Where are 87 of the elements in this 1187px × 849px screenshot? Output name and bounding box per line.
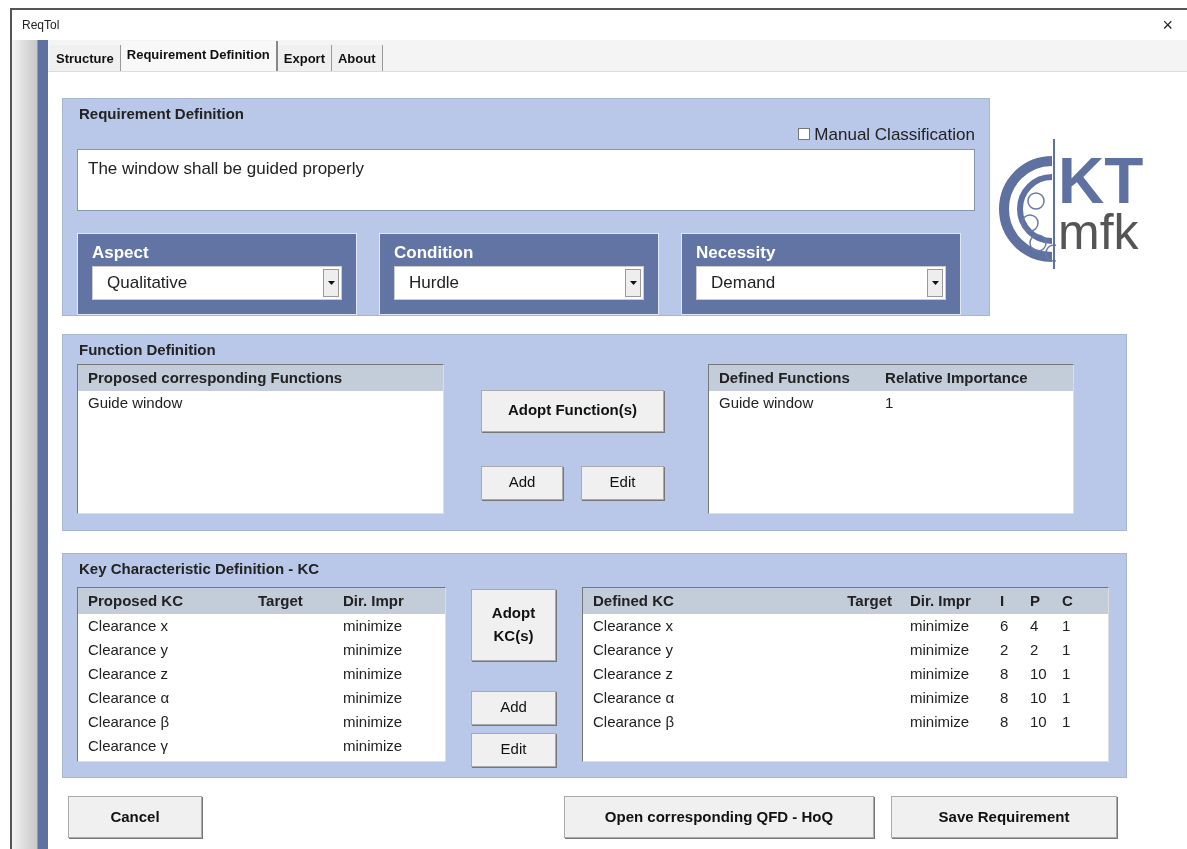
list-cell-text: 1 bbox=[1062, 640, 1072, 660]
list-cell-text: minimize bbox=[343, 688, 404, 708]
list-cell-text: minimize bbox=[343, 712, 404, 732]
list-cell-text: Clearance x bbox=[88, 616, 170, 636]
add-button[interactable]: Add bbox=[471, 690, 556, 725]
list-cell-text: minimize bbox=[909, 616, 971, 636]
tab[interactable]: Requirement Definition bbox=[120, 41, 278, 71]
list-cell-text: 10 bbox=[1030, 664, 1048, 684]
caret-icon bbox=[629, 280, 637, 285]
adopt-button[interactable]: Adopt Function(s) bbox=[481, 389, 664, 432]
section-title: Function Definition bbox=[78, 340, 217, 360]
list-cell-text: minimize bbox=[343, 664, 404, 684]
action-button[interactable]: Save Requirement bbox=[891, 796, 1117, 838]
column-header: Relative Importance bbox=[885, 367, 1029, 388]
dropdown-label: Aspect bbox=[92, 242, 150, 264]
list-cell-text: minimize bbox=[343, 640, 404, 660]
tab[interactable]: About bbox=[332, 45, 383, 71]
dropdown[interactable]: Demand bbox=[696, 265, 946, 300]
list-cell-text: Clearance α bbox=[593, 688, 676, 708]
text-field[interactable]: The window shall be guided properly bbox=[77, 149, 975, 211]
dropdown[interactable]: Qualitative bbox=[92, 265, 342, 300]
checkbox-label: Manual Classification bbox=[814, 123, 975, 146]
list-cell-text: 6 bbox=[1000, 616, 1010, 636]
tab[interactable]: Structure bbox=[50, 45, 121, 71]
edit-button[interactable]: Edit bbox=[471, 732, 556, 767]
list-cell-text: Clearance y bbox=[88, 640, 170, 660]
column-header: I bbox=[1000, 590, 1006, 611]
list-cell-text: 8 bbox=[1000, 664, 1010, 684]
list-cell-text: Clearance y bbox=[593, 640, 675, 660]
action-button[interactable]: Cancel bbox=[68, 796, 202, 838]
column-header: Proposed corresponding Functions bbox=[88, 367, 344, 388]
column-header: Defined KC bbox=[593, 590, 675, 611]
close-button[interactable]: × bbox=[1162, 16, 1179, 34]
list-cell-text: 1 bbox=[885, 393, 895, 413]
column-header: Target bbox=[258, 590, 304, 611]
dropdown-arrow-button[interactable] bbox=[927, 268, 943, 297]
column-header: C bbox=[1062, 590, 1074, 611]
list-cell-text: 1 bbox=[1062, 712, 1072, 732]
list-cell-text: Clearance γ bbox=[88, 736, 170, 756]
list-cell-text: 1 bbox=[1062, 616, 1072, 636]
list-cell-text: minimize bbox=[909, 688, 971, 708]
list-cell-text: Clearance α bbox=[88, 688, 171, 708]
list-cell-text: minimize bbox=[909, 664, 971, 684]
list-cell-text: minimize bbox=[343, 736, 404, 756]
list-cell-text: minimize bbox=[909, 712, 971, 732]
list-cell-text: Clearance x bbox=[593, 616, 675, 636]
list-cell-text: Clearance β bbox=[593, 712, 676, 732]
column-header: Proposed KC bbox=[88, 590, 184, 611]
list-cell-text: Clearance z bbox=[593, 664, 675, 684]
add-button[interactable]: Add bbox=[481, 465, 563, 500]
tab[interactable]: Export bbox=[277, 45, 332, 71]
dropdown-arrow-button[interactable] bbox=[625, 268, 641, 297]
dropdown[interactable]: Hurdle bbox=[394, 265, 644, 300]
list-cell-text: minimize bbox=[909, 640, 971, 660]
column-header: Defined Functions bbox=[719, 367, 851, 388]
edit-button[interactable]: Edit bbox=[581, 465, 664, 500]
window-title: ReqTol bbox=[22, 17, 60, 34]
list-cell-text: Guide window bbox=[88, 393, 184, 413]
caret-icon bbox=[931, 280, 939, 285]
logo-text: KT bbox=[1058, 152, 1144, 211]
column-header: P bbox=[1030, 590, 1041, 611]
column-header: Dir. Impr bbox=[343, 590, 405, 611]
list-cell-text: 10 bbox=[1030, 688, 1048, 708]
list-cell-text: minimize bbox=[343, 616, 404, 636]
section-title: Requirement Definition bbox=[78, 104, 245, 124]
column-header: Dir. Impr bbox=[909, 590, 972, 611]
dropdown-label: Necessity bbox=[696, 242, 777, 264]
list-cell-text: 8 bbox=[1000, 712, 1010, 732]
list-cell-text: Clearance z bbox=[88, 664, 170, 684]
list-cell-text: 8 bbox=[1000, 688, 1010, 708]
list-cell-text: 1 bbox=[1062, 688, 1072, 708]
list-cell-text: 4 bbox=[1030, 616, 1040, 636]
section-title: Key Characteristic Definition - KC bbox=[78, 559, 321, 579]
logo-text: mfk bbox=[1058, 210, 1140, 256]
caret-icon bbox=[327, 280, 335, 285]
checkbox[interactable] bbox=[798, 128, 811, 141]
list-cell-text: 10 bbox=[1030, 712, 1048, 732]
list-cell-text: 1 bbox=[1062, 664, 1072, 684]
column-header: Target bbox=[846, 590, 892, 611]
action-button[interactable]: Open corresponding QFD - HoQ bbox=[564, 796, 874, 838]
list-cell-text: 2 bbox=[1030, 640, 1040, 660]
list-cell-text: Guide window bbox=[719, 393, 815, 413]
dropdown-arrow-button[interactable] bbox=[323, 268, 339, 297]
list-cell-text: Clearance β bbox=[88, 712, 171, 732]
list-cell-text: 2 bbox=[1000, 640, 1010, 660]
dropdown-label: Condition bbox=[394, 242, 475, 264]
adopt-button[interactable]: Adopt KC(s) bbox=[471, 588, 556, 661]
